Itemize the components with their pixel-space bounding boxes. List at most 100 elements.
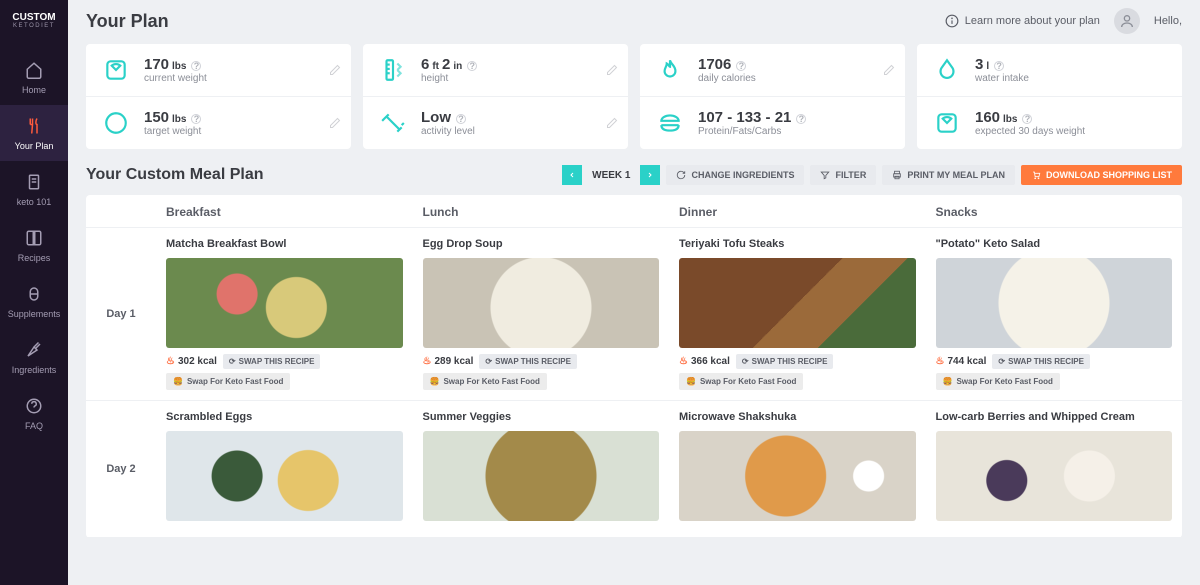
activity-label: activity level <box>421 126 475 137</box>
meal-row-day2: Day 2 Scrambled Eggs Summer Veggies Micr… <box>86 401 1182 538</box>
burger-icon: 🍔 <box>173 377 183 386</box>
nav-label: Home <box>22 85 46 95</box>
swap-recipe-button[interactable]: ⟳SWAP THIS RECIPE <box>223 354 321 369</box>
learn-more-text: Learn more about your plan <box>965 15 1100 27</box>
topbar: Your Plan Learn more about your plan Hel… <box>86 8 1182 34</box>
height-ft-value: 6 <box>421 56 429 73</box>
stats-panel: 170lbs? current weight 150lbs? target we… <box>86 44 1182 149</box>
swap-fastfood-button[interactable]: 🍔Swap For Keto Fast Food <box>166 373 290 390</box>
meal-cell: "Potato" Keto Salad ♨744 kcal ⟳SWAP THIS… <box>926 238 1183 390</box>
swap-fastfood-button[interactable]: 🍔Swap For Keto Fast Food <box>423 373 547 390</box>
meal-grid-header: Breakfast Lunch Dinner Snacks <box>86 195 1182 228</box>
nav-home[interactable]: Home <box>0 49 68 105</box>
nav-supplements[interactable]: Supplements <box>0 273 68 329</box>
swap-recipe-button[interactable]: ⟳SWAP THIS RECIPE <box>479 354 577 369</box>
meal-image[interactable] <box>423 431 660 521</box>
nav-label: Recipes <box>18 253 51 263</box>
activity-value: Low <box>421 109 451 126</box>
meal-cell: Scrambled Eggs <box>156 411 413 527</box>
meal-grid: Breakfast Lunch Dinner Snacks Day 1 Matc… <box>86 195 1182 538</box>
expected-label: expected 30 days weight <box>975 126 1085 137</box>
info-dot-icon[interactable]: ? <box>456 114 466 124</box>
nav-keto101[interactable]: keto 101 <box>0 161 68 217</box>
burger-icon: 🍔 <box>430 377 440 386</box>
week-next-button[interactable] <box>640 165 660 185</box>
meal-title: Matcha Breakfast Bowl <box>166 238 403 250</box>
meal-kcal: 289 kcal <box>434 356 473 367</box>
info-dot-icon[interactable]: ? <box>994 61 1004 71</box>
meal-title: Teriyaki Tofu Steaks <box>679 238 916 250</box>
change-ingredients-button[interactable]: CHANGE INGREDIENTS <box>666 165 804 185</box>
meal-title: Egg Drop Soup <box>423 238 660 250</box>
cart-icon <box>1031 170 1041 180</box>
meal-image[interactable] <box>936 258 1173 348</box>
edit-icon[interactable] <box>606 64 618 76</box>
info-dot-icon[interactable]: ? <box>191 114 201 124</box>
learn-more-link[interactable]: Learn more about your plan <box>945 14 1100 28</box>
info-dot-icon[interactable]: ? <box>467 61 477 71</box>
swap-icon: ⟳ <box>998 357 1005 366</box>
swap-recipe-button[interactable]: ⟳SWAP THIS RECIPE <box>736 354 834 369</box>
col-snacks: Snacks <box>926 205 1183 219</box>
stat-expected: 160lbs? expected 30 days weight <box>917 96 1182 149</box>
swap-recipe-button[interactable]: ⟳SWAP THIS RECIPE <box>992 354 1090 369</box>
filter-button[interactable]: FILTER <box>810 165 876 185</box>
info-dot-icon[interactable]: ? <box>191 61 201 71</box>
swap-fastfood-button[interactable]: 🍔Swap For Keto Fast Food <box>936 373 1060 390</box>
nav-label: Ingredients <box>12 365 57 375</box>
filter-icon <box>820 170 830 180</box>
info-dot-icon[interactable]: ? <box>736 61 746 71</box>
info-dot-icon[interactable]: ? <box>796 114 806 124</box>
nav-faq[interactable]: FAQ <box>0 385 68 441</box>
carrot-icon <box>25 341 43 359</box>
refresh-icon <box>676 170 686 180</box>
meal-image[interactable] <box>679 431 916 521</box>
meal-image[interactable] <box>936 431 1173 521</box>
water-label: water intake <box>975 73 1029 84</box>
week-prev-button[interactable] <box>562 165 582 185</box>
logo-sub: KETODIET <box>12 23 55 29</box>
edit-icon[interactable] <box>329 64 341 76</box>
avatar[interactable] <box>1114 8 1140 34</box>
stat-water: 3l? water intake <box>917 44 1182 96</box>
edit-icon[interactable] <box>606 117 618 129</box>
meal-image[interactable] <box>166 258 403 348</box>
swap-fastfood-button[interactable]: 🍔Swap For Keto Fast Food <box>679 373 803 390</box>
water-value: 3 <box>975 56 983 73</box>
dumbbell-icon <box>377 107 409 139</box>
download-shopping-list-button[interactable]: DOWNLOAD SHOPPING LIST <box>1021 165 1182 185</box>
meal-image[interactable] <box>679 258 916 348</box>
stat-height: 6ft2in? height <box>363 44 628 96</box>
question-icon <box>25 397 43 415</box>
meal-plan-title: Your Custom Meal Plan <box>86 166 264 184</box>
nav-recipes[interactable]: Recipes <box>0 217 68 273</box>
edit-icon[interactable] <box>329 117 341 129</box>
flame-icon: ♨ <box>936 356 945 367</box>
pill-icon <box>25 285 43 303</box>
nav-your-plan[interactable]: Your Plan <box>0 105 68 161</box>
meal-cell: Egg Drop Soup ♨289 kcal ⟳SWAP THIS RECIP… <box>413 238 670 390</box>
nav-ingredients[interactable]: Ingredients <box>0 329 68 385</box>
flame-icon: ♨ <box>166 356 175 367</box>
macros-label: Protein/Fats/Carbs <box>698 126 806 137</box>
target-icon <box>100 107 132 139</box>
meal-image[interactable] <box>423 258 660 348</box>
meal-image[interactable] <box>166 431 403 521</box>
expected-value: 160 <box>975 109 1000 126</box>
macros-value: 107 - 133 - 21 <box>698 109 791 126</box>
greeting-text: Hello, <box>1154 15 1182 27</box>
burger-icon: 🍔 <box>686 377 696 386</box>
flame-icon <box>654 54 686 86</box>
scale-icon <box>100 54 132 86</box>
calories-label: daily calories <box>698 73 756 84</box>
current-weight-label: current weight <box>144 73 207 84</box>
info-dot-icon[interactable]: ? <box>1022 114 1032 124</box>
meal-plan-controls: WEEK 1 CHANGE INGREDIENTS FILTER PRINT M… <box>562 165 1182 185</box>
week-nav: WEEK 1 <box>562 165 660 185</box>
meal-cell: Teriyaki Tofu Steaks ♨366 kcal ⟳SWAP THI… <box>669 238 926 390</box>
print-button[interactable]: PRINT MY MEAL PLAN <box>882 165 1015 185</box>
day-label: Day 1 <box>86 238 156 390</box>
burger-icon <box>654 107 686 139</box>
edit-icon[interactable] <box>883 64 895 76</box>
flame-icon: ♨ <box>679 356 688 367</box>
